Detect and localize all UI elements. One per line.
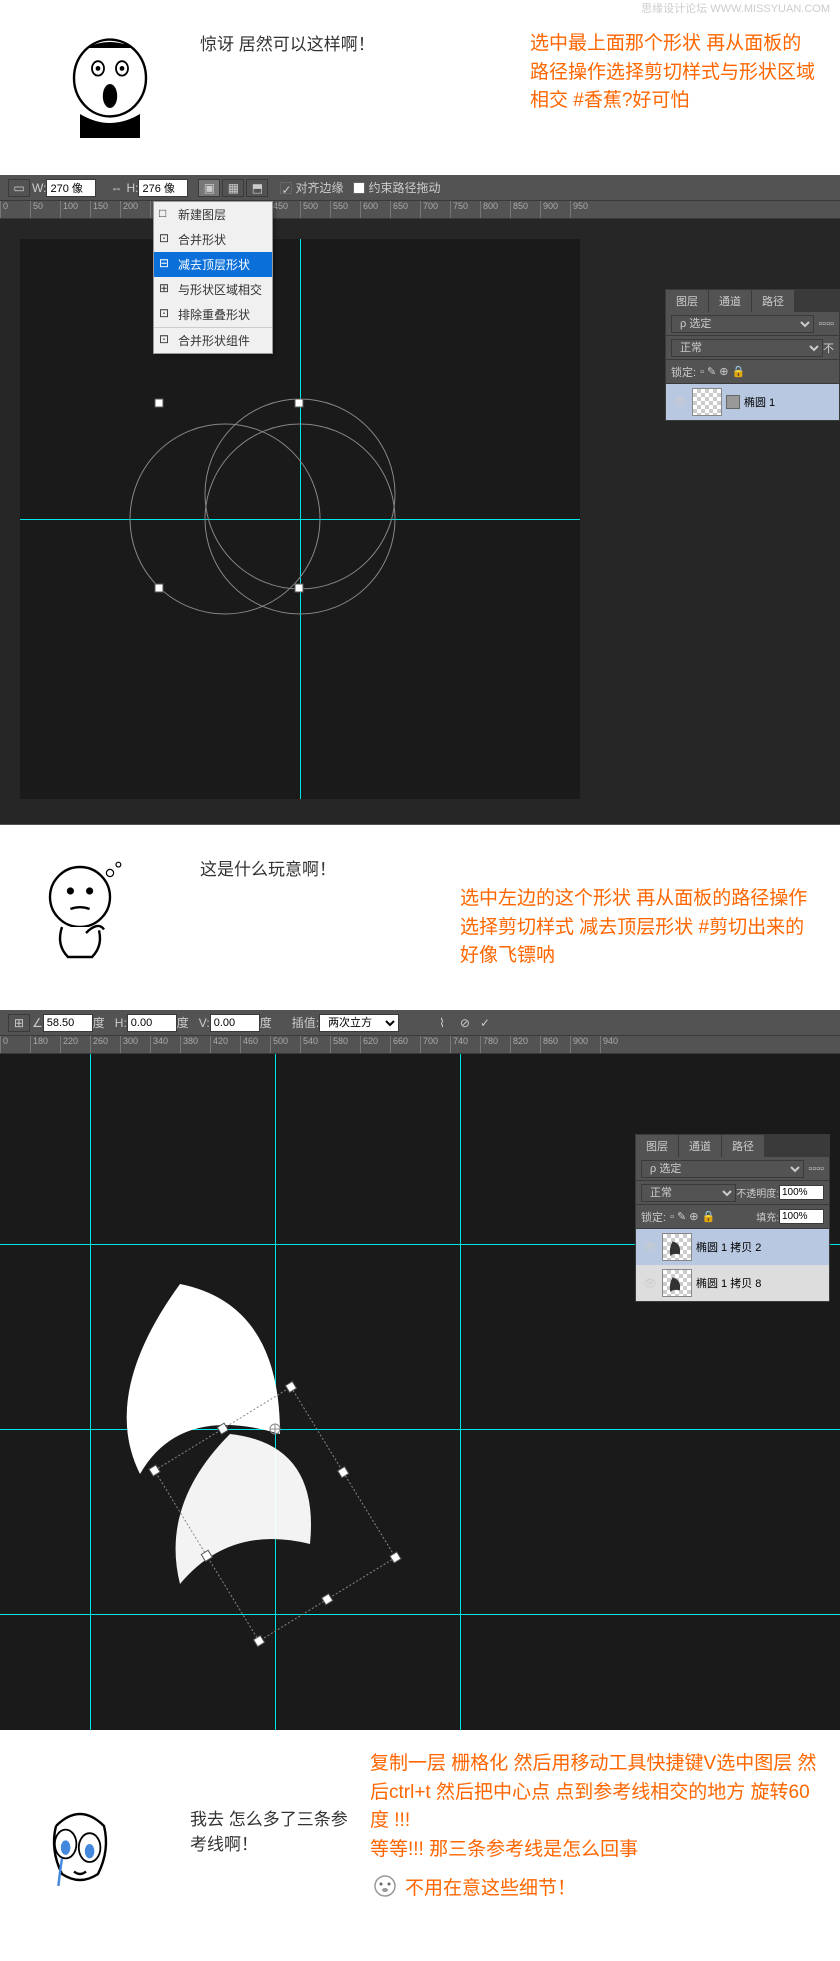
- layer-name[interactable]: 椭圆 1 拷贝 2: [696, 1239, 761, 1255]
- constrain-label: 约束路径拖动: [368, 179, 440, 196]
- layer-name[interactable]: 椭圆 1: [744, 394, 775, 410]
- fill-label: 填充:: [756, 1209, 779, 1224]
- tab-channels[interactable]: 通道: [709, 290, 752, 312]
- instruction-text-3: 复制一层 栅格化 然后用移动工具快捷键V选中图层 然后ctrl+t 然后把中心点…: [370, 1750, 820, 1864]
- menu-subtract-front[interactable]: ⊟减去顶层形状: [154, 252, 272, 277]
- opacity-label: 不透明度:: [736, 1185, 779, 1200]
- photoshop-window-2: ⊞ ∠ 度 H: 度 V: 度 插值: 两次立方 ⌇ ⊘ ✓ 018022026…: [0, 1010, 840, 1730]
- path-align-button[interactable]: ▦: [222, 179, 244, 197]
- shape-canvas-2[interactable]: [0, 1054, 650, 1730]
- ruler-horizontal-2: 0180220260300340380420460500540580620660…: [0, 1036, 840, 1054]
- layer-thumbnail[interactable]: [692, 388, 722, 416]
- comic-face-crying: [20, 1750, 190, 1915]
- speech-text-1: 惊讶 居然可以这样啊！: [200, 30, 490, 55]
- shape-preset-icon[interactable]: ▭: [8, 179, 30, 197]
- layer-thumbnail[interactable]: [662, 1269, 692, 1297]
- height-input[interactable]: [138, 179, 188, 197]
- visibility-icon[interactable]: 👁: [641, 1238, 659, 1256]
- opacity-input[interactable]: [779, 1185, 824, 1200]
- layer-name[interactable]: 椭圆 1 拷贝 8: [696, 1275, 761, 1291]
- watermark: 思缘设计论坛 WWW.MISSYUAN.COM: [641, 0, 830, 16]
- layer-row[interactable]: 👁 椭圆 1 拷贝 2: [636, 1229, 829, 1265]
- photoshop-window-1: ▭ W: ⇔ H: ▣ ▦ ⬒ ✓ 对齐边缘 约束路径拖动 □新建图层 ⊡合并形…: [0, 175, 840, 825]
- fill-input[interactable]: [779, 1209, 824, 1224]
- tab-layers[interactable]: 图层: [666, 290, 709, 312]
- kind-filter[interactable]: ρ 选定: [641, 1160, 804, 1178]
- lock-label: 锁定:: [641, 1209, 666, 1225]
- tab-paths[interactable]: 路径: [752, 290, 795, 312]
- layers-panel-1: 图层 通道 路径 ρ 选定 ▫▫▫▫ 正常 不 锁定: ▫ ✎ ⊕ 🔒 👁 椭圆…: [665, 289, 840, 421]
- opacity-label: 不: [823, 340, 834, 356]
- section2-header: 这是什么玩意啊！ 选中左边的这个形状 再从面板的路径操作选择剪切样式 减去顶层形…: [0, 825, 840, 1010]
- visibility-icon[interactable]: 👁: [671, 393, 689, 411]
- thinking-face-icon: [20, 855, 140, 975]
- canvas-area-1[interactable]: 图层 通道 路径 ρ 选定 ▫▫▫▫ 正常 不 锁定: ▫ ✎ ⊕ 🔒 👁 椭圆…: [0, 219, 840, 824]
- constrain-checkbox[interactable]: [353, 182, 365, 194]
- width-input[interactable]: [46, 179, 96, 197]
- shape-paths[interactable]: [20, 239, 580, 799]
- menu-combine[interactable]: ⊡合并形状: [154, 227, 272, 252]
- link-wh-icon[interactable]: ⇔: [110, 181, 122, 195]
- ref-point-icon[interactable]: ⊞: [8, 1014, 30, 1032]
- layer-row[interactable]: 👁 椭圆 1: [666, 384, 839, 420]
- layer-mask-thumb[interactable]: [726, 395, 740, 409]
- skew-v-label: V:: [199, 1016, 210, 1030]
- align-edges-checkbox[interactable]: ✓: [280, 182, 292, 194]
- angle-label: ∠: [32, 1016, 43, 1030]
- menu-merge-components[interactable]: ⊡合并形状组件: [154, 327, 272, 353]
- lock-label: 锁定:: [671, 364, 696, 380]
- section3-footer: 我去 怎么多了三条参考线啊！ 复制一层 栅格化 然后用移动工具快捷键V选中图层 …: [0, 1730, 840, 1935]
- skew-h-label: H:: [115, 1016, 127, 1030]
- tab-layers[interactable]: 图层: [636, 1135, 679, 1157]
- width-label: W:: [32, 181, 46, 195]
- speech-text-3: 我去 怎么多了三条参考线啊！: [190, 1805, 350, 1855]
- shocked-face-icon: [50, 30, 170, 150]
- interp-label: 插值:: [292, 1014, 319, 1031]
- crying-face-icon: [20, 1790, 140, 1910]
- blend-mode-select[interactable]: 正常: [671, 339, 823, 357]
- comic-face-thinking: [20, 855, 200, 980]
- warp-icon[interactable]: ⌇: [439, 1016, 445, 1030]
- path-arrange-button[interactable]: ⬒: [246, 179, 268, 197]
- commit-transform-icon[interactable]: ✓: [480, 1016, 490, 1030]
- canvas-1[interactable]: [20, 239, 580, 799]
- align-edges-label: 对齐边缘: [295, 179, 343, 196]
- tab-channels[interactable]: 通道: [679, 1135, 722, 1157]
- ruler-horizontal-1: 0501001502002503003504004505005506006507…: [0, 201, 840, 219]
- lock-icons[interactable]: ▫ ✎ ⊕ 🔒: [670, 1210, 715, 1223]
- lock-icons[interactable]: ▫ ✎ ⊕ 🔒: [700, 365, 745, 378]
- layer-thumbnail[interactable]: [662, 1233, 692, 1261]
- canvas-area-2[interactable]: 图层 通道 路径 ρ 选定 ▫▫▫▫ 正常 不透明度: 锁定: ▫ ✎ ⊕ 🔒 …: [0, 1054, 840, 1730]
- blend-mode-select[interactable]: 正常: [641, 1184, 736, 1202]
- angle-input[interactable]: [43, 1014, 93, 1032]
- instruction-text-1: 选中最上面那个形状 再从面板的路径操作选择剪切样式与形状区域相交 #香蕉?好可怕: [530, 30, 820, 116]
- skew-v-input[interactable]: [210, 1014, 260, 1032]
- skew-h-input[interactable]: [127, 1014, 177, 1032]
- footnote-text: 不用在意这些细节！: [405, 1875, 576, 1904]
- path-ops-button[interactable]: ▣: [198, 179, 220, 197]
- options-bar-1: ▭ W: ⇔ H: ▣ ▦ ⬒ ✓ 对齐边缘 约束路径拖动: [0, 175, 840, 201]
- options-bar-2: ⊞ ∠ 度 H: 度 V: 度 插值: 两次立方 ⌇ ⊘ ✓: [0, 1010, 840, 1036]
- menu-exclude[interactable]: ⊡排除重叠形状: [154, 302, 272, 327]
- speech-text-2: 这是什么玩意啊！: [200, 855, 440, 880]
- cancel-transform-icon[interactable]: ⊘: [460, 1016, 470, 1030]
- comic-face-shocked: [20, 30, 200, 155]
- path-operations-menu: □新建图层 ⊡合并形状 ⊟减去顶层形状 ⊞与形状区域相交 ⊡排除重叠形状 ⊡合并…: [153, 201, 273, 354]
- small-face-icon: [370, 1874, 400, 1904]
- menu-new-layer[interactable]: □新建图层: [154, 202, 272, 227]
- tab-paths[interactable]: 路径: [722, 1135, 765, 1157]
- height-label: H:: [126, 181, 138, 195]
- layer-row[interactable]: 👁 椭圆 1 拷贝 8: [636, 1265, 829, 1301]
- kind-filter[interactable]: ρ 选定: [671, 315, 814, 333]
- section1-header: 思缘设计论坛 WWW.MISSYUAN.COM 惊讶 居然可以这样啊！ 选中最上…: [0, 0, 840, 175]
- instruction-text-2: 选中左边的这个形状 再从面板的路径操作选择剪切样式 减去顶层形状 #剪切出来的好…: [460, 885, 820, 971]
- interp-select[interactable]: 两次立方: [319, 1014, 399, 1032]
- visibility-icon[interactable]: 👁: [641, 1274, 659, 1292]
- menu-intersect[interactable]: ⊞与形状区域相交: [154, 277, 272, 302]
- layers-panel-2: 图层 通道 路径 ρ 选定 ▫▫▫▫ 正常 不透明度: 锁定: ▫ ✎ ⊕ 🔒 …: [635, 1134, 830, 1302]
